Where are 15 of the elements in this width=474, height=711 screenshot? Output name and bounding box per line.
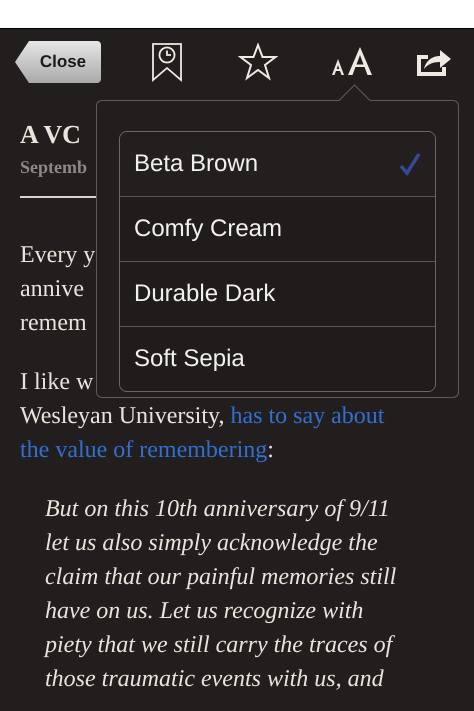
body-text: :	[267, 436, 274, 465]
checkmark-icon	[399, 152, 421, 176]
article-date: Septemb	[20, 156, 87, 179]
body-text: Wesleyan University,	[20, 402, 224, 431]
body-text: I like w	[20, 368, 94, 397]
body-text: Every y	[20, 241, 96, 270]
body-text: annive	[20, 275, 84, 304]
star-icon[interactable]	[238, 43, 278, 81]
body-text: remem	[20, 309, 87, 338]
bookmark-clock-icon[interactable]	[151, 42, 183, 82]
close-button[interactable]: Close	[15, 41, 101, 83]
share-icon[interactable]	[416, 47, 452, 77]
article-title: A VC	[20, 119, 81, 151]
theme-option[interactable]: Soft Sepia	[120, 326, 435, 391]
block-quote: But on this 10th anniversary of 9/11 let us also simply acknowledge the claim that our painful memories still have on us. Let us recognize with piety that we still carry the traces of those traumatic events with us, and	[42, 495, 398, 694]
